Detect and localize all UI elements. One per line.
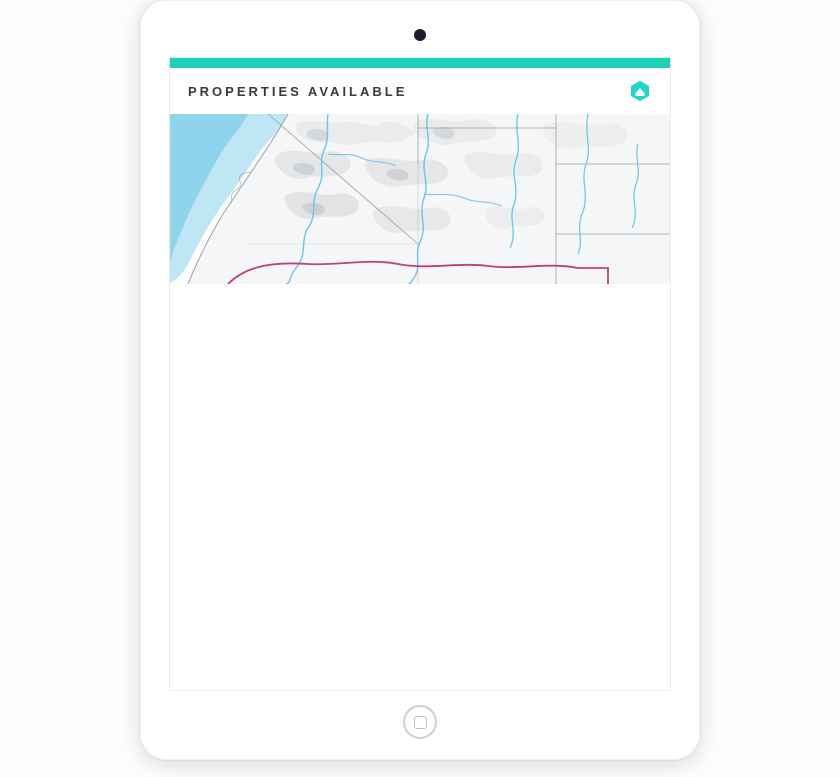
header-bar: PROPERTIES AVAILABLE: [170, 68, 670, 114]
page-title: PROPERTIES AVAILABLE: [188, 84, 407, 99]
tablet-frame: PROPERTIES AVAILABLE: [140, 0, 700, 760]
logo-icon[interactable]: [628, 79, 652, 103]
map-view[interactable]: [170, 114, 670, 284]
home-button[interactable]: [403, 705, 437, 739]
camera-icon: [414, 29, 426, 41]
content-area: [170, 284, 670, 690]
accent-bar: [170, 58, 670, 68]
home-square-icon: [414, 716, 427, 729]
app-screen: PROPERTIES AVAILABLE: [169, 57, 671, 691]
